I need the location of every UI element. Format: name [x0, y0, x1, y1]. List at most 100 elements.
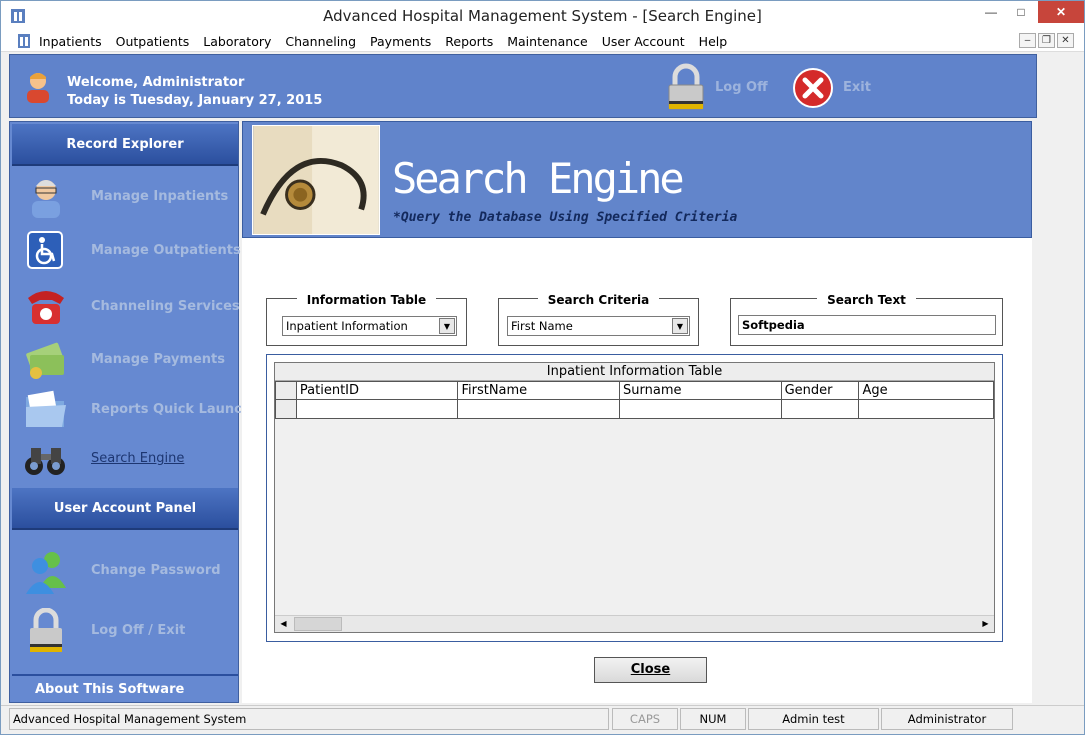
main-content: Search Engine *Query the Database Using … [242, 121, 1032, 703]
sidebar-item-label: Manage Inpatients [91, 189, 229, 204]
padlock-icon[interactable] [663, 63, 709, 111]
mdi-restore-button[interactable]: ❐ [1038, 33, 1055, 48]
search-criteria-label: Search Criteria [537, 293, 660, 307]
sidebar-item-change-password[interactable]: Change Password [22, 546, 238, 596]
sidebar-item-manage-outpatients[interactable]: Manage Outpatients [22, 226, 241, 276]
scroll-right-icon[interactable]: ▶ [977, 616, 994, 632]
user-account-panel-header: User Account Panel [12, 488, 238, 530]
information-table-group: Information Table Inpatient Information … [266, 293, 467, 346]
close-button[interactable]: Close [594, 657, 707, 683]
sidebar-item-label: Manage Payments [91, 352, 225, 367]
mdi-close-button[interactable]: ✕ [1057, 33, 1074, 48]
sidebar-item-reports-quick-launch[interactable]: Reports Quick Launch [22, 385, 251, 435]
search-engine-banner: Search Engine *Query the Database Using … [242, 121, 1032, 238]
table-cell[interactable] [619, 399, 782, 419]
menu-maintenance[interactable]: Maintenance [507, 34, 588, 49]
table-row[interactable] [275, 399, 994, 419]
table-cell[interactable] [457, 399, 621, 419]
sidebar-item-label: Reports Quick Launch [91, 402, 252, 417]
sidebar-item-manage-payments[interactable]: Manage Payments [22, 335, 238, 385]
nurse-icon [32, 180, 60, 218]
table-header-row: PatientID FirstName Surname Gender Age [275, 381, 994, 400]
close-window-button[interactable]: ✕ [1038, 1, 1084, 23]
app-window: Advanced Hospital Management System - [S… [0, 0, 1085, 735]
column-header-age[interactable]: Age [858, 381, 994, 400]
exit-label[interactable]: Exit [843, 80, 871, 95]
sidebar: Record Explorer Manage Inpatients Manage… [9, 121, 251, 703]
about-software-link[interactable]: About This Software [12, 674, 238, 702]
column-header-patientid[interactable]: PatientID [295, 381, 459, 400]
results-frame: Inpatient Information Table PatientID Fi… [266, 354, 1003, 642]
scrollbar-thumb[interactable] [294, 617, 342, 631]
results-grid[interactable]: Inpatient Information Table PatientID Fi… [274, 362, 995, 633]
table-cell[interactable] [780, 399, 860, 419]
logoff-label[interactable]: Log Off [715, 80, 768, 95]
menu-outpatients[interactable]: Outpatients [116, 34, 190, 49]
binoculars-icon [25, 448, 65, 475]
page-title: Search Engine [392, 154, 685, 203]
sidebar-item-label: Channeling Services [91, 299, 240, 314]
folder-icon [26, 390, 66, 427]
menu-channeling[interactable]: Channeling [285, 34, 356, 49]
information-table-value: Inpatient Information [286, 319, 408, 333]
row-selector[interactable] [275, 399, 297, 419]
search-criteria-group: Search Criteria First Name ▼ [498, 293, 699, 346]
menu-help[interactable]: Help [699, 34, 728, 49]
column-header-firstname[interactable]: FirstName [457, 381, 621, 400]
close-button-label: Close [630, 662, 671, 677]
page-subtitle: *Query the Database Using Specified Crit… [393, 210, 738, 225]
search-criteria-value: First Name [511, 319, 573, 333]
header-band: Welcome, Administrator Today is Tuesday,… [9, 54, 1037, 118]
status-role: Administrator [881, 708, 1013, 730]
welcome-text: Welcome, Administrator [67, 75, 245, 90]
chevron-down-icon[interactable]: ▼ [672, 318, 688, 334]
wheelchair-icon [27, 231, 63, 269]
sidebar-item-label: Change Password [91, 563, 221, 578]
nurse-avatar-icon [27, 73, 49, 103]
sidebar-item-log-off-exit[interactable]: Log Off / Exit [22, 606, 238, 656]
document-icon[interactable] [16, 33, 32, 49]
padlock-icon [30, 608, 62, 652]
sidebar-item-channeling-services[interactable]: Channeling Services [22, 282, 240, 332]
information-table-label: Information Table [296, 293, 437, 307]
status-app-name: Advanced Hospital Management System [9, 708, 609, 730]
status-user: Admin test [748, 708, 879, 730]
menu-user-account[interactable]: User Account [602, 34, 685, 49]
maximize-button[interactable]: □ [1006, 1, 1036, 23]
mdi-minimize-button[interactable]: – [1019, 33, 1036, 48]
right-margin [1034, 121, 1084, 703]
horizontal-scrollbar[interactable]: ◀ ▶ [275, 615, 994, 632]
status-caps: CAPS [612, 708, 678, 730]
column-header-gender[interactable]: Gender [780, 381, 860, 400]
menu-inpatients[interactable]: Inpatients [39, 34, 102, 49]
window-title: Advanced Hospital Management System - [S… [323, 7, 762, 25]
table-cell[interactable] [858, 399, 994, 419]
search-criteria-select[interactable]: First Name ▼ [507, 316, 690, 336]
chevron-down-icon[interactable]: ▼ [439, 318, 455, 334]
menu-laboratory[interactable]: Laboratory [203, 34, 271, 49]
menu-reports[interactable]: Reports [445, 34, 493, 49]
date-text: Today is Tuesday, January 27, 2015 [67, 93, 323, 108]
results-table: PatientID FirstName Surname Gender Age [275, 381, 994, 419]
record-explorer-header: Record Explorer [12, 124, 238, 166]
row-selector-header [275, 381, 297, 400]
sidebar-item-search-engine[interactable]: Search Engine [22, 434, 238, 484]
status-bar: Advanced Hospital Management System CAPS… [1, 705, 1084, 733]
sidebar-item-label: Manage Outpatients [91, 243, 241, 258]
exit-icon[interactable] [792, 67, 834, 109]
title-bar[interactable]: Advanced Hospital Management System - [S… [1, 1, 1084, 31]
sidebar-item-manage-inpatients[interactable]: Manage Inpatients [22, 172, 238, 222]
grid-caption: Inpatient Information Table [275, 363, 994, 381]
search-text-input[interactable]: Softpedia [738, 315, 996, 335]
menu-payments[interactable]: Payments [370, 34, 431, 49]
minimize-button[interactable]: — [976, 1, 1006, 23]
money-icon [26, 342, 64, 379]
information-table-select[interactable]: Inpatient Information ▼ [282, 316, 457, 336]
column-header-surname[interactable]: Surname [619, 381, 782, 400]
search-text-label: Search Text [817, 293, 916, 307]
search-text-group: Search Text Softpedia [730, 293, 1003, 346]
table-cell[interactable] [295, 399, 459, 419]
sidebar-item-label: Search Engine [91, 451, 185, 466]
scroll-left-icon[interactable]: ◀ [275, 616, 292, 632]
sidebar-item-label: Log Off / Exit [91, 623, 186, 638]
